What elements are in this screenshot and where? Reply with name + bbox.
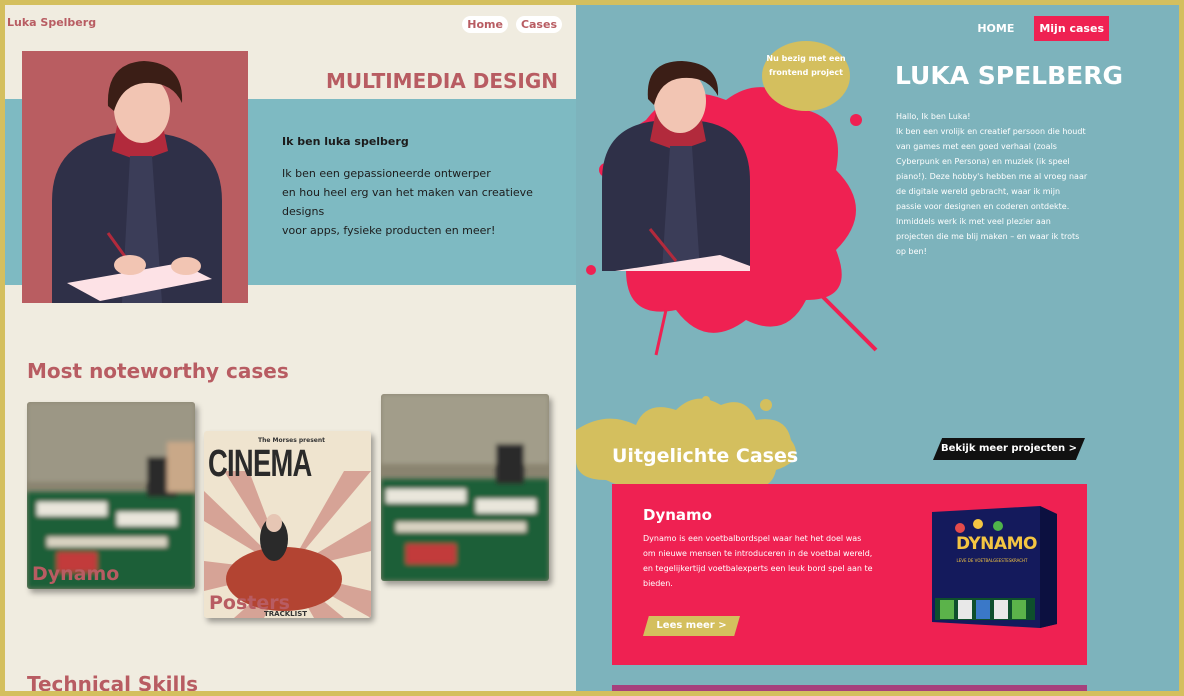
intro-text: Hallo, Ik ben Luka! Ik ben een vrolijk e… <box>896 112 1088 256</box>
about-text: Ik ben een gepassioneerde ontwerper en h… <box>282 164 572 240</box>
view-more-projects-button[interactable]: Bekijk meer projecten > <box>933 438 1085 460</box>
nav-home-link[interactable]: HOME <box>977 22 1014 35</box>
case-title: Dynamo <box>643 506 712 524</box>
nav-home-link[interactable]: Home <box>462 16 508 33</box>
left-page-screenshot: Luka Spelberg Home Cases MULTIMEDIA DESI… <box>5 5 576 691</box>
cases-section-title: Most noteworthy cases <box>27 359 289 383</box>
right-page-screenshot: HOME Mijn cases Nu bezig met een fronten… <box>576 5 1179 691</box>
case-card-label: Dynamo <box>32 563 120 585</box>
box-subtitle: LEVE DE VOETBALGEESTESKRACHT <box>956 558 1028 563</box>
dynamo-game-box-image: DYNAMO LEVE DE VOETBALGEESTESKRACHT <box>932 506 1057 628</box>
badge-line: Nu bezig met een <box>766 54 846 63</box>
case-card-dynamo[interactable]: Dynamo <box>27 402 195 589</box>
site-brand[interactable]: Luka Spelberg <box>7 16 96 29</box>
next-case-card-edge <box>612 685 1087 691</box>
about-line: Ik ben een gepassioneerde ontwerper <box>282 167 491 180</box>
portrait-illustration <box>602 61 750 271</box>
status-badge: Nu bezig met een frontend project <box>762 41 850 111</box>
featured-section-title: Uitgelichte Cases <box>612 445 799 467</box>
case-card-label: Posters <box>209 592 290 614</box>
nav-cases-link[interactable]: Cases <box>515 16 562 33</box>
case-card-posters[interactable]: The Morses present CINEMA TRACKLIST Post… <box>204 431 371 618</box>
portrait-illustration <box>22 51 248 303</box>
left-nav: Home Cases <box>462 16 562 33</box>
board-game-photo <box>27 402 195 589</box>
case-description: Dynamo is een voetbalbordspel waar het h… <box>643 534 873 588</box>
read-more-button[interactable]: Lees meer > <box>643 616 740 636</box>
board-game-photo <box>381 394 549 581</box>
badge-line: frontend project <box>769 68 843 77</box>
nav-my-cases-link[interactable]: Mijn cases <box>1034 16 1109 41</box>
about-line: voor apps, fysieke producten en meer! <box>282 224 496 237</box>
featured-case-card: Dynamo Dynamo is een voetbalbordspel waa… <box>612 484 1087 665</box>
case-card-third[interactable] <box>381 394 549 581</box>
poster-title-text: CINEMA <box>208 443 312 485</box>
about-line: en hou heel erg van het maken van creati… <box>282 186 533 218</box>
box-title: DYNAMO <box>956 534 1037 554</box>
hero-title: LUKA SPELBERG <box>895 61 1124 90</box>
about-title: Ik ben luka spelberg <box>282 135 409 148</box>
skills-section-title: Technical Skills <box>27 672 199 691</box>
right-nav: HOME Mijn cases <box>977 16 1109 41</box>
page-headline: MULTIMEDIA DESIGN <box>326 69 558 93</box>
